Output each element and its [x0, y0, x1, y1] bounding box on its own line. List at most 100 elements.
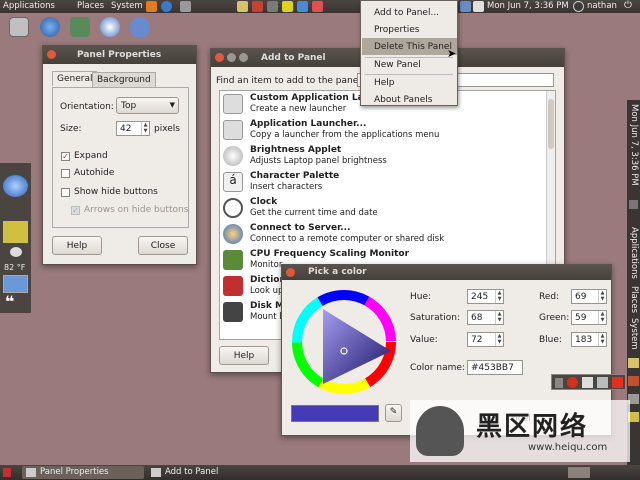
list-item[interactable]: Brightness Applet Adjusts Laptop panel b… [220, 143, 550, 169]
spinner-arrows-icon[interactable]: ▲ ▼ [598, 311, 606, 324]
note-icon[interactable] [282, 1, 293, 12]
spinner-arrows-icon[interactable]: ▲ ▼ [598, 333, 606, 346]
item-desc: Look up [250, 286, 284, 296]
volume-icon[interactable] [460, 1, 471, 12]
app-icon[interactable] [628, 376, 639, 386]
handle-icon[interactable] [555, 378, 563, 388]
drawer-icon[interactable] [9, 17, 29, 37]
eyedropper-icon[interactable]: ✎ [385, 404, 402, 422]
panel-properties-titlebar[interactable]: Panel Properties [43, 46, 196, 64]
task-add-to-panel[interactable]: Add to Panel [147, 466, 267, 479]
menu-item-about-panels[interactable]: About Panels [362, 91, 457, 108]
color-wheel[interactable] [291, 289, 397, 395]
help-button[interactable]: Help [219, 346, 269, 365]
saturation-spinner[interactable]: 68 ▲ ▼ [467, 310, 504, 325]
minimize-icon[interactable] [227, 53, 236, 62]
menu-item-properties[interactable]: Properties [362, 21, 457, 38]
spinner-arrows-icon[interactable]: ▲ ▼ [495, 290, 503, 303]
blue-label: Blue: [539, 335, 562, 345]
close-button[interactable]: Close [138, 236, 188, 255]
close-icon[interactable] [47, 50, 56, 59]
list-item[interactable]: á Character Palette Insert characters [220, 169, 550, 195]
spinner-arrows-icon[interactable]: ▲ ▼ [495, 311, 503, 324]
show-desktop-icon[interactable] [3, 468, 11, 477]
menu-places[interactable]: Places [77, 1, 104, 11]
app-icon[interactable] [252, 1, 263, 12]
firefox-icon[interactable] [146, 1, 157, 12]
spinner-arrows-icon[interactable]: ▲ ▼ [495, 333, 503, 346]
globe-icon[interactable] [3, 175, 28, 197]
menu-system[interactable]: System [111, 1, 143, 11]
arrows-checkbox[interactable]: ✓ [71, 206, 80, 215]
status-icon[interactable] [573, 1, 584, 12]
browser-icon[interactable] [40, 17, 60, 37]
orientation-value: Top [121, 101, 137, 111]
color-picker-titlebar[interactable]: Pick a color [282, 265, 611, 280]
right-menu-places[interactable]: Places [629, 286, 639, 313]
power-icon[interactable]: ⏻ [624, 0, 632, 11]
blue-spinner[interactable]: 183 ▲ ▼ [571, 332, 607, 347]
messenger-icon[interactable] [130, 17, 150, 37]
item-title: Clock [250, 197, 278, 207]
right-menu-applications[interactable]: Applications [629, 227, 639, 279]
color-name-input[interactable]: #453BB7 [467, 360, 523, 375]
value-value: 72 [471, 335, 483, 345]
network-manager-icon[interactable] [70, 17, 90, 37]
item-title: Connect to Server... [250, 223, 351, 233]
size-spinner[interactable]: 42 ▲ ▼ [116, 121, 150, 136]
weather-temp[interactable]: 82 °F [4, 263, 25, 272]
show-hide-checkbox[interactable] [61, 188, 70, 197]
task-label: Add to Panel [165, 467, 219, 477]
tab-general[interactable]: General [52, 71, 98, 86]
menu-item-new-panel[interactable]: New Panel [362, 56, 457, 73]
orientation-select[interactable]: Top ▼ [116, 97, 179, 114]
item-desc: Create a new launcher [250, 104, 347, 114]
settings-icon[interactable] [612, 377, 623, 388]
autohide-checkbox[interactable] [61, 169, 70, 178]
mail-icon[interactable] [473, 1, 484, 12]
value-spinner[interactable]: 72 ▲ ▼ [467, 332, 504, 347]
watermark: 黑区网络 www.heiqu.com [410, 400, 630, 462]
green-spinner[interactable]: 59 ▲ ▼ [571, 310, 607, 325]
folder-icon[interactable] [628, 358, 639, 368]
current-color-swatch [291, 405, 379, 422]
close-icon[interactable] [215, 53, 224, 62]
monitor-icon[interactable] [582, 377, 593, 388]
spinner-arrows-icon[interactable]: ▲ ▼ [598, 290, 606, 303]
help-button[interactable]: Help [52, 236, 102, 255]
top-clock[interactable]: Mon Jun 7, 3:36 PM [487, 1, 569, 11]
network-icon[interactable] [297, 1, 308, 12]
quote-icon[interactable]: ❝ [5, 292, 14, 311]
expand-checkbox[interactable]: ✓ [61, 152, 70, 161]
menu-applications[interactable]: Applications [3, 1, 55, 11]
gear-icon[interactable] [267, 1, 278, 12]
menu-item-delete-panel[interactable]: Delete This Panel [362, 38, 457, 55]
menu-item-add-to-panel[interactable]: Add to Panel... [362, 4, 457, 21]
folder-icon[interactable] [237, 1, 248, 12]
spinner-arrows-icon[interactable]: ▲ ▼ [141, 122, 149, 135]
list-item[interactable]: Connect to Server... Connect to a remote… [220, 221, 550, 247]
screenshot-icon[interactable] [597, 377, 608, 388]
tab-background[interactable]: Background [92, 72, 156, 87]
close-icon[interactable] [286, 268, 295, 277]
red-spinner[interactable]: 69 ▲ ▼ [571, 289, 607, 304]
hue-spinner[interactable]: 245 ▲ ▼ [467, 289, 504, 304]
scrollbar-thumb[interactable] [548, 99, 554, 149]
task-panel-properties[interactable]: Panel Properties [22, 466, 144, 479]
list-item[interactable]: Clock Get the current time and date [220, 195, 550, 221]
edit-icon[interactable] [3, 221, 28, 243]
chat-icon[interactable] [100, 17, 120, 37]
maximize-icon[interactable] [239, 53, 248, 62]
list-item[interactable]: Application Launcher... Copy a launcher … [220, 117, 550, 143]
status-icon[interactable] [629, 200, 638, 209]
calendar-icon[interactable] [312, 1, 323, 12]
workspace-switcher[interactable] [568, 467, 590, 478]
pointer-icon[interactable] [3, 275, 28, 293]
help-icon[interactable] [161, 1, 172, 12]
right-panel-clock[interactable]: Mon Jun 7, 3:36 PM [629, 104, 639, 186]
top-user[interactable]: nathan [587, 1, 617, 11]
settings-icon[interactable] [180, 1, 191, 12]
power-icon[interactable] [567, 377, 578, 388]
menu-item-help[interactable]: Help [362, 74, 457, 91]
right-menu-system[interactable]: System [629, 318, 639, 350]
